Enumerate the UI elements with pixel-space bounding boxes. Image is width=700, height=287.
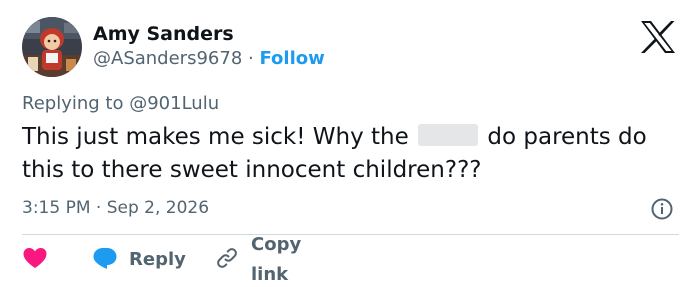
x-logo-icon[interactable]: [640, 20, 676, 54]
divider: [22, 234, 679, 235]
author-handle-line: @ASanders9678 · Follow: [93, 47, 325, 71]
speech-bubble-icon: [92, 246, 118, 274]
tweet-timestamp[interactable]: 3:15 PM · Sep 2, 2026: [22, 196, 209, 220]
follow-button[interactable]: Follow: [259, 48, 324, 69]
avatar[interactable]: [22, 17, 82, 77]
copy-link-label: Copy link: [251, 234, 302, 285]
timestamp-separator: ·: [95, 198, 102, 218]
author-handle[interactable]: @ASanders9678: [93, 48, 242, 69]
author-name[interactable]: Amy Sanders: [93, 22, 234, 46]
tweet-text: This just makes me sick! Why the do pare…: [22, 121, 682, 187]
tweet-text-before: This just makes me sick! Why the: [22, 124, 409, 150]
tweet-card: Amy Sanders @ASanders9678 · Follow Reply…: [0, 0, 700, 287]
copy-link-button[interactable]: Copy link: [215, 234, 301, 285]
like-button[interactable]: [22, 245, 48, 275]
link-icon: [215, 246, 239, 274]
tweet-date: Sep 2, 2026: [106, 198, 210, 218]
tweet-time: 3:15 PM: [22, 198, 91, 218]
handle-separator: ·: [248, 48, 254, 69]
reply-context-mention[interactable]: @901Lulu: [129, 93, 219, 114]
reply-button[interactable]: Reply: [92, 245, 186, 275]
reply-label: Reply: [129, 249, 186, 270]
censored-word: [418, 124, 479, 146]
reply-context-prefix: Replying to: [22, 93, 124, 114]
info-icon[interactable]: [650, 197, 674, 221]
heart-icon: [22, 246, 48, 274]
reply-context: Replying to @901Lulu: [22, 92, 219, 116]
